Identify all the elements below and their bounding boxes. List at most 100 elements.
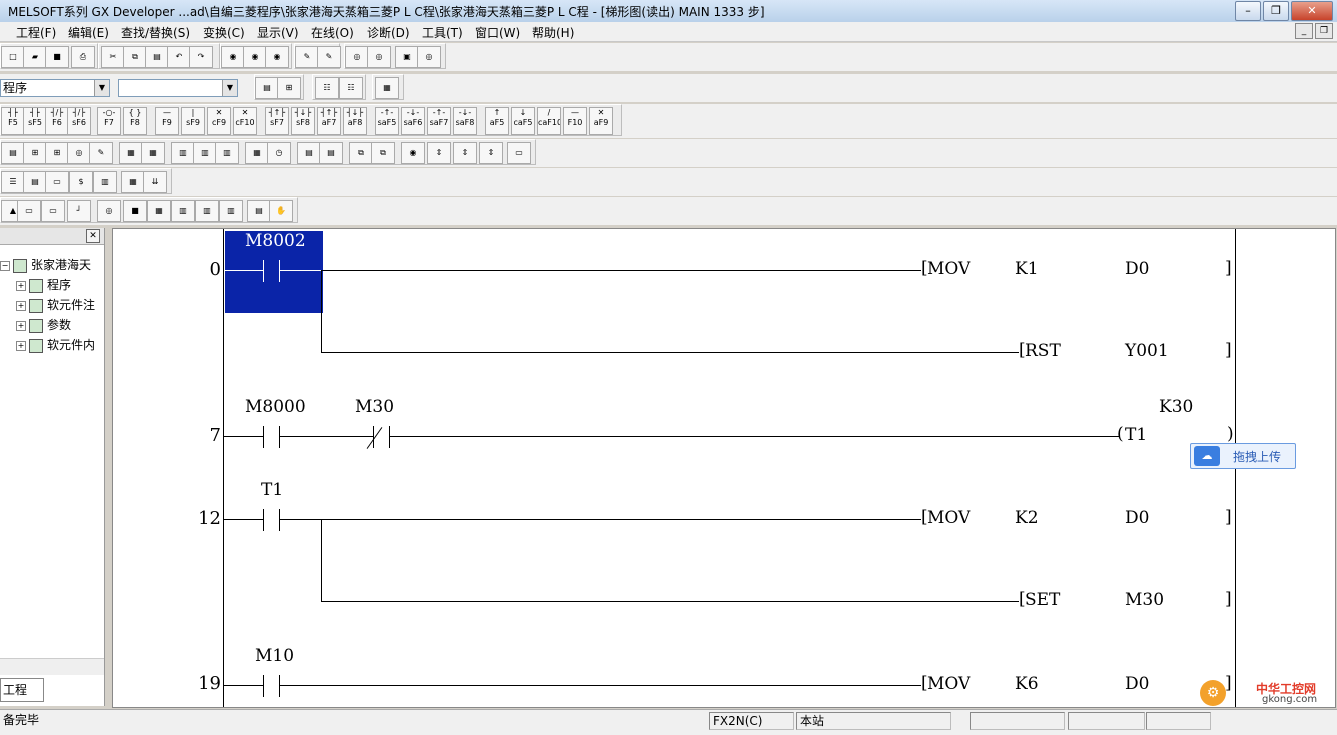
copy-icon[interactable]: ⧉ xyxy=(123,46,147,68)
application-instruction-icon[interactable]: { } F8 xyxy=(123,107,147,135)
menu-online[interactable]: 在线(O) xyxy=(311,24,354,41)
open-icon[interactable]: ▰ xyxy=(23,46,47,68)
program-select[interactable]: 程序 ▼ xyxy=(0,79,110,97)
contact-coil-search-icon[interactable]: ◉ xyxy=(265,46,289,68)
mdi-minimize-button[interactable]: _ xyxy=(1295,23,1313,39)
sort-icon[interactable]: ☰ xyxy=(1,171,25,193)
search-icon[interactable]: ◉ xyxy=(401,142,425,164)
grid-icon[interactable]: ▦ xyxy=(245,142,269,164)
error-icon[interactable]: ▭ xyxy=(45,171,69,193)
horizontal-line-icon[interactable]: — F9 xyxy=(155,107,179,135)
menu-window[interactable]: 窗口(W) xyxy=(475,24,520,41)
sfc-step-icon[interactable]: ▥ xyxy=(93,171,117,193)
delete-row-icon[interactable]: ⇕ xyxy=(453,142,477,164)
tree-item-program[interactable]: + 程序 xyxy=(16,276,71,293)
open-contact-icon[interactable]: ┤├ F5 xyxy=(1,107,25,135)
save-icon[interactable]: ■ xyxy=(45,46,69,68)
collapse-icon[interactable]: − xyxy=(0,260,10,271)
misc-icon-8[interactable]: ▥ xyxy=(171,200,195,222)
redo-icon[interactable]: ↷ xyxy=(189,46,213,68)
misc-icon-4[interactable]: ┘ xyxy=(67,200,91,222)
menu-find-replace[interactable]: 查找/替换(S) xyxy=(121,24,190,41)
misc-icon-9[interactable]: ▥ xyxy=(195,200,219,222)
batch-icon[interactable]: ▥ xyxy=(171,142,195,164)
print-icon[interactable]: ⎙ xyxy=(71,46,95,68)
cross-line-icon[interactable]: — F10 xyxy=(563,107,587,135)
ladder-edit-icon[interactable]: ⊞ xyxy=(23,142,47,164)
close-icon[interactable]: ✕ xyxy=(86,229,100,243)
register-icon[interactable]: ▦ xyxy=(119,142,143,164)
comment-icon[interactable]: ▤ xyxy=(255,77,279,99)
device-search-icon[interactable]: ◉ xyxy=(221,46,245,68)
misc-icon-7[interactable]: ▦ xyxy=(147,200,171,222)
minimize-button[interactable]: – xyxy=(1235,1,1261,21)
pulse-op-falling-icon[interactable]: -↓- saF6 xyxy=(401,107,425,135)
parallel-rising-pulse-icon[interactable]: ┤↑├ aF7 xyxy=(317,107,341,135)
read-plc-icon[interactable]: ✎ xyxy=(317,46,341,68)
menu-diagnostics[interactable]: 诊断(D) xyxy=(367,24,410,41)
menu-tools[interactable]: 工具(T) xyxy=(422,24,463,41)
monitor-start-icon[interactable]: ◎ xyxy=(67,142,91,164)
misc-icon-10[interactable]: ▥ xyxy=(219,200,243,222)
edit-icon[interactable]: ▥ xyxy=(193,142,217,164)
misc-icon-5[interactable]: ◎ xyxy=(97,200,121,222)
ladder-read-icon[interactable]: ⊞ xyxy=(45,142,69,164)
print-preview-icon[interactable]: ▤ xyxy=(23,171,47,193)
list-mode-icon[interactable]: ☷ xyxy=(315,77,339,99)
delete-cross-line-icon[interactable]: ✕ aF9 xyxy=(589,107,613,135)
tree-item-device-comment[interactable]: + 软元件注 xyxy=(16,296,95,313)
falling-pulse-icon[interactable]: ┤↓├ sF8 xyxy=(291,107,315,135)
expand-icon[interactable]: + xyxy=(16,300,26,311)
menu-convert[interactable]: 变换(C) xyxy=(203,24,245,41)
monitor-stop-icon[interactable]: ✎ xyxy=(89,142,113,164)
tab-project[interactable]: 工程 xyxy=(0,678,44,702)
rising-edge-icon[interactable]: ↑ aF5 xyxy=(485,107,509,135)
menu-help[interactable]: 帮助(H) xyxy=(532,24,574,41)
horizontal-scrollbar[interactable] xyxy=(0,658,104,675)
rising-pulse-icon[interactable]: ┤↑├ sF7 xyxy=(265,107,289,135)
parallel-pulse-op-icon[interactable]: -↑- saF7 xyxy=(427,107,451,135)
pulse-op-icon[interactable]: -↑- saF5 xyxy=(375,107,399,135)
write-icon[interactable]: ▥ xyxy=(215,142,239,164)
menu-view[interactable]: 显示(V) xyxy=(257,24,299,41)
device-select[interactable]: ▼ xyxy=(118,79,238,97)
instruction-search-icon[interactable]: ◉ xyxy=(243,46,267,68)
new-icon[interactable]: □ xyxy=(1,46,25,68)
paste-icon[interactable]: ▤ xyxy=(145,46,169,68)
entry-icon[interactable]: ▦ xyxy=(141,142,165,164)
cut-icon[interactable]: ✂ xyxy=(101,46,125,68)
restore-button[interactable]: ❐ xyxy=(1263,1,1289,21)
parallel-closed-contact-icon[interactable]: ┤/├ sF6 xyxy=(67,107,91,135)
closed-contact-icon[interactable]: ┤/├ F6 xyxy=(45,107,69,135)
misc-icon-3[interactable]: ▭ xyxy=(41,200,65,222)
coil-icon[interactable]: -○- F7 xyxy=(97,107,121,135)
mdi-restore-button[interactable]: ❐ xyxy=(1315,23,1333,39)
monitor-icon[interactable]: ◎ xyxy=(345,46,369,68)
entry-monitor-icon[interactable]: ⇊ xyxy=(143,171,167,193)
jump-icon[interactable]: ⧉ xyxy=(349,142,373,164)
expand-icon[interactable]: + xyxy=(16,280,26,291)
monitor-write-icon[interactable]: ◎ xyxy=(367,46,391,68)
insert-row-icon[interactable]: ⇕ xyxy=(427,142,451,164)
program-list-icon[interactable]: ▤ xyxy=(1,142,25,164)
menu-edit[interactable]: 编辑(E) xyxy=(68,24,109,41)
window-icon[interactable]: ▭ xyxy=(507,142,531,164)
parallel-pulse-op-falling-icon[interactable]: -↓- saF8 xyxy=(453,107,477,135)
delete-vertical-line-icon[interactable]: ✕ cF10 xyxy=(233,107,257,135)
parallel-falling-pulse-icon[interactable]: ┤↓├ aF8 xyxy=(343,107,367,135)
delete-horizontal-line-icon[interactable]: ✕ cF9 xyxy=(207,107,231,135)
batch-monitor-icon[interactable]: ▦ xyxy=(121,171,145,193)
list-view-icon[interactable]: ☷ xyxy=(339,77,363,99)
write-plc-icon[interactable]: ✎ xyxy=(295,46,319,68)
misc-icon-11[interactable]: ▤ xyxy=(247,200,271,222)
misc-icon-6[interactable]: ■ xyxy=(123,200,147,222)
timer-icon[interactable]: ◷ xyxy=(267,142,291,164)
vertical-line-icon[interactable]: | sF9 xyxy=(181,107,205,135)
monitor-view-icon[interactable]: ▦ xyxy=(375,77,399,99)
upload-widget[interactable]: ☁ 拖拽上传 xyxy=(1190,443,1296,469)
jump-return-icon[interactable]: ⧉ xyxy=(371,142,395,164)
hand-icon[interactable]: ✋ xyxy=(269,200,293,222)
expand-icon[interactable]: + xyxy=(16,340,26,351)
step-icon[interactable]: ▤ xyxy=(297,142,321,164)
step-forward-icon[interactable]: ▤ xyxy=(319,142,343,164)
